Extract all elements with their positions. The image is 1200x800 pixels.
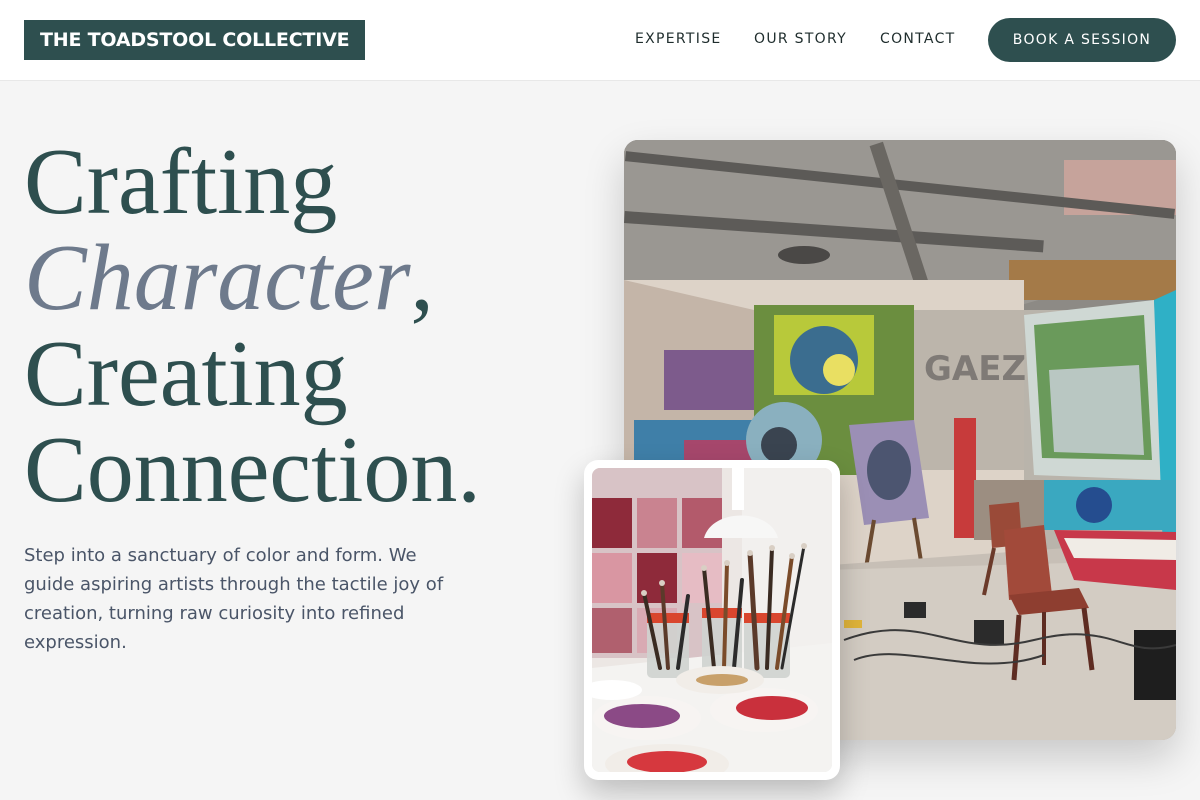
brushes-photo-card xyxy=(584,460,840,780)
brushes-photo xyxy=(592,468,832,772)
nav-link-our-story[interactable]: OUR STORY xyxy=(754,31,847,47)
nav-link-expertise[interactable]: EXPERTISE xyxy=(635,31,722,47)
headline-line-2: Character, xyxy=(24,230,481,326)
headline-accent-word: Character xyxy=(24,226,411,330)
brand-logo[interactable]: THE TOADSTOOL COLLECTIVE xyxy=(24,20,366,60)
headline-line-4: Connection. xyxy=(24,418,481,522)
hero-headline: Crafting Character, Creating Connection. xyxy=(24,134,481,518)
nav-link-contact[interactable]: CONTACT xyxy=(880,31,956,47)
headline-comma: , xyxy=(410,226,434,330)
site-header: THE TOADSTOOL COLLECTIVE EXPERTISE OUR S… xyxy=(0,0,1200,81)
book-session-button[interactable]: BOOK A SESSION xyxy=(988,18,1176,62)
headline-line-1: Crafting xyxy=(24,130,338,234)
paint-brushes-illustration xyxy=(592,468,832,772)
svg-text:GAEZ: GAEZ xyxy=(924,349,1026,389)
hero-description: Step into a sanctuary of color and form.… xyxy=(24,545,444,653)
headline-line-3: Creating xyxy=(24,322,348,426)
